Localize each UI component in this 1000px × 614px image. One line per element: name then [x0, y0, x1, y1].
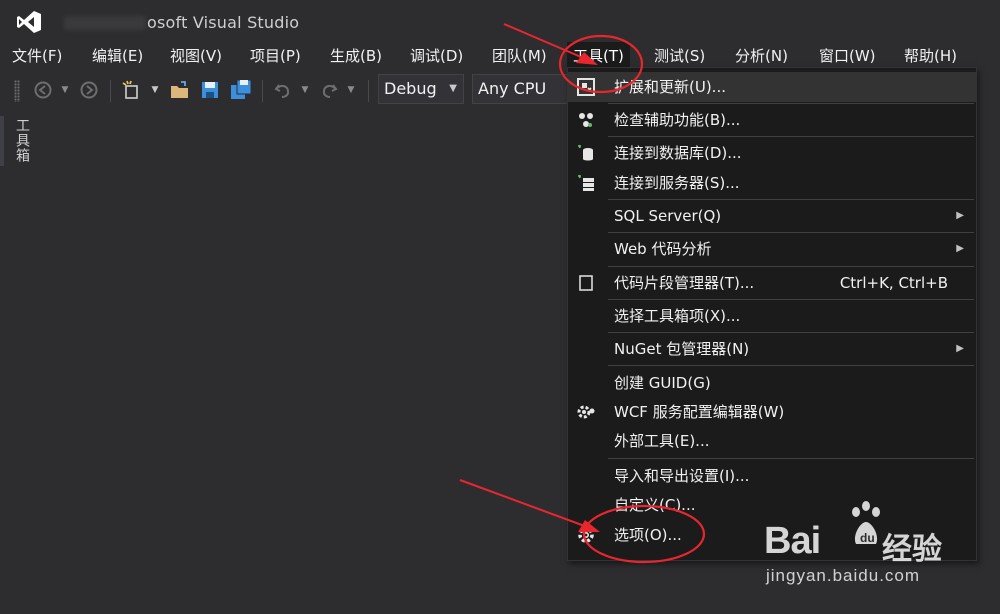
menu-item-connect-server[interactable]: 连接到服务器(S)... — [568, 168, 976, 198]
toolbox-tab-bar — [0, 116, 4, 166]
menu-separator — [608, 299, 974, 300]
menu-item-label: 自定义(C)... — [614, 496, 696, 514]
watermark-url: jingyan.baidu.com — [766, 566, 921, 585]
solution-platform-value: Any CPU — [478, 79, 547, 98]
solution-platform-select[interactable]: Any CPU — [472, 74, 568, 104]
toolbar-separator — [110, 80, 111, 102]
menu-item-connect-database[interactable]: 连接到数据库(D)... — [568, 138, 976, 168]
save-all-icon[interactable] — [228, 78, 254, 102]
server-icon — [576, 173, 596, 193]
navigate-back-icon[interactable] — [32, 78, 54, 102]
baidu-watermark: Bai du 经验 jingyan.baidu.com — [764, 500, 994, 600]
toolbar-separator — [368, 80, 369, 102]
wcf-gear-icon — [576, 402, 596, 422]
menu-debug[interactable]: 调试(D) — [404, 42, 469, 70]
menu-analyze[interactable]: 分析(N) — [729, 42, 794, 70]
menu-separator — [608, 103, 974, 104]
menu-item-shortcut: Ctrl+K, Ctrl+B — [839, 274, 948, 292]
menu-edit[interactable]: 编辑(E) — [86, 42, 149, 70]
toolbar-separator — [262, 80, 263, 102]
navigate-forward-icon[interactable] — [78, 78, 100, 102]
redo-dropdown-icon[interactable]: ▼ — [344, 78, 358, 102]
window-title: osoft Visual Studio — [147, 13, 300, 32]
menu-project[interactable]: 项目(P) — [244, 42, 307, 70]
menu-separator — [608, 136, 974, 137]
menu-item-wcf-config-editor[interactable]: WCF 服务配置编辑器(W) — [568, 397, 976, 427]
menu-item-label: 选择工具箱项(X)... — [614, 307, 741, 325]
menu-bar: 文件(F) 编辑(E) 视图(V) 项目(P) 生成(B) 调试(D) 团队(M… — [0, 42, 1000, 70]
redo-icon[interactable] — [318, 78, 340, 102]
menu-file[interactable]: 文件(F) — [6, 42, 68, 70]
toolbox-tab-label: 工具箱 — [14, 118, 30, 163]
menu-item-label: 外部工具(E)... — [614, 432, 710, 450]
menu-item-label: NuGet 包管理器(N) — [614, 340, 750, 358]
menu-separator — [608, 458, 974, 459]
menu-item-label: 选项(O)... — [614, 526, 682, 544]
menu-build[interactable]: 生成(B) — [324, 42, 388, 70]
title-bar: osoft Visual Studio — [0, 0, 1000, 42]
menu-item-label: WCF 服务配置编辑器(W) — [614, 403, 785, 421]
submenu-arrow-icon: ▶ — [956, 343, 964, 354]
menu-item-label: 连接到数据库(D)... — [614, 144, 742, 162]
menu-test[interactable]: 测试(S) — [648, 42, 711, 70]
menu-item-label: SQL Server(Q) — [614, 207, 722, 225]
menu-tools[interactable]: 工具(T) — [567, 42, 630, 70]
menu-item-label: Web 代码分析 — [614, 240, 712, 258]
baidu-paw-icon: du — [852, 501, 880, 545]
menu-item-label: 导入和导出设置(I)... — [614, 467, 750, 485]
menu-separator — [608, 266, 974, 267]
toolbar-grip[interactable] — [14, 80, 20, 102]
submenu-arrow-icon: ▶ — [956, 210, 964, 221]
menu-item-label: 扩展和更新(U)... — [614, 78, 726, 96]
menu-team[interactable]: 团队(M) — [486, 42, 553, 70]
menu-item-extensions-updates[interactable]: 扩展和更新(U)... — [568, 72, 976, 102]
menu-item-nuget-package-manager[interactable]: NuGet 包管理器(N) ▶ — [568, 334, 976, 364]
menu-item-create-guid[interactable]: 创建 GUID(G) — [568, 368, 976, 398]
gear-icon — [576, 525, 596, 545]
svg-text:du: du — [860, 531, 875, 545]
watermark-brand: Bai — [764, 520, 821, 562]
watermark-brand-cn: 经验 — [882, 532, 942, 567]
menu-view[interactable]: 视图(V) — [164, 42, 228, 70]
back-dropdown-icon[interactable]: ▼ — [58, 78, 72, 102]
open-file-icon[interactable] — [168, 78, 192, 102]
menu-item-choose-toolbox-items[interactable]: 选择工具箱项(X)... — [568, 301, 976, 331]
menu-item-label: 创建 GUID(G) — [614, 374, 711, 392]
menu-item-label: 检查辅助功能(B)... — [614, 111, 741, 129]
new-project-icon[interactable] — [120, 78, 144, 102]
solution-configuration-value: Debug — [384, 79, 437, 98]
menu-window[interactable]: 窗口(W) — [813, 42, 882, 70]
menu-separator — [608, 232, 974, 233]
menu-help[interactable]: 帮助(H) — [898, 42, 963, 70]
undo-dropdown-icon[interactable]: ▼ — [298, 78, 312, 102]
tools-menu: 扩展和更新(U)... 检查辅助功能(B)... 连接到数据库(D)... 连接… — [567, 67, 977, 561]
menu-separator — [608, 332, 974, 333]
title-redaction — [64, 16, 146, 30]
undo-icon[interactable] — [272, 78, 294, 102]
menu-item-label: 连接到服务器(S)... — [614, 174, 740, 192]
chevron-down-icon: ▼ — [449, 83, 457, 94]
extensions-icon — [576, 77, 596, 97]
menu-separator — [608, 199, 974, 200]
save-icon[interactable] — [198, 78, 222, 102]
visual-studio-logo-icon — [17, 11, 41, 33]
menu-item-sql-server[interactable]: SQL Server(Q) ▶ — [568, 201, 976, 231]
menu-item-label: 代码片段管理器(T)... — [614, 274, 755, 292]
menu-item-import-export-settings[interactable]: 导入和导出设置(I)... — [568, 461, 976, 491]
database-icon — [576, 143, 596, 163]
accessibility-icon — [576, 110, 596, 130]
menu-item-check-accessibility[interactable]: 检查辅助功能(B)... — [568, 105, 976, 135]
submenu-arrow-icon: ▶ — [956, 243, 964, 254]
new-dropdown-icon[interactable]: ▼ — [148, 78, 162, 102]
menu-item-code-snippets-manager[interactable]: 代码片段管理器(T)... Ctrl+K, Ctrl+B — [568, 268, 976, 298]
solution-configuration-select[interactable]: Debug ▼ — [378, 74, 464, 104]
menu-item-external-tools[interactable]: 外部工具(E)... — [568, 426, 976, 456]
snippet-icon — [576, 273, 596, 293]
menu-separator — [608, 365, 974, 366]
menu-item-web-code-analysis[interactable]: Web 代码分析 ▶ — [568, 234, 976, 264]
